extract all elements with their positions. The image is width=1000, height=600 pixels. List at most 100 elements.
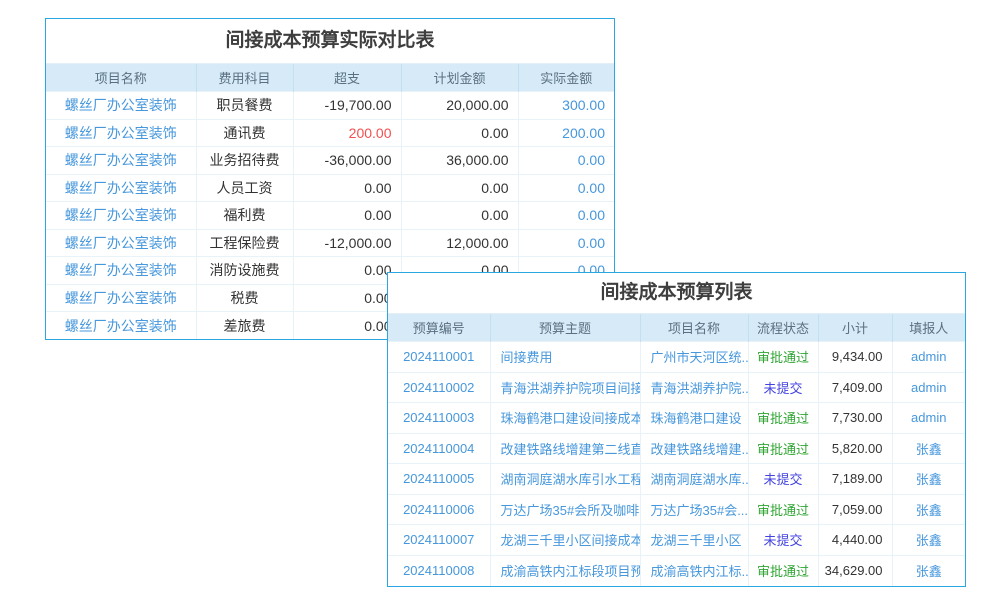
project-name-link[interactable]: 螺丝厂办公室装饰 xyxy=(46,312,196,340)
table-row: 螺丝厂办公室装饰 福利费 0.00 0.00 0.00 xyxy=(46,202,614,230)
overspend-cell: 0.00 xyxy=(293,312,401,340)
project-name-link[interactable]: 青海洪湖养护院... xyxy=(640,372,748,403)
column-header-flow-status: 流程状态 xyxy=(748,314,818,342)
column-header-reporter: 填报人 xyxy=(892,314,965,342)
table-row: 2024110008 成渝高铁内江标段项目预... 成渝高铁内江标... 审批通… xyxy=(388,555,965,586)
budget-no-link[interactable]: 2024110001 xyxy=(388,342,490,373)
expense-subject-cell: 业务招待费 xyxy=(196,147,293,175)
overspend-cell: 0.00 xyxy=(293,257,401,285)
reporter-link[interactable]: 张鑫 xyxy=(892,555,965,586)
subtotal-cell: 4,440.00 xyxy=(818,525,892,556)
reporter-link[interactable]: admin xyxy=(892,342,965,373)
reporter-link[interactable]: admin xyxy=(892,403,965,434)
table-row: 2024110004 改建铁路线增建第二线直... 改建铁路线增建... 审批通… xyxy=(388,433,965,464)
table-row: 2024110007 龙湖三千里小区间接成本... 龙湖三千里小区 未提交 4,… xyxy=(388,525,965,556)
budget-subject-link[interactable]: 成渝高铁内江标段项目预... xyxy=(490,555,640,586)
table-row: 螺丝厂办公室装饰 职员餐费 -19,700.00 20,000.00 300.0… xyxy=(46,92,614,120)
budget-no-link[interactable]: 2024110005 xyxy=(388,464,490,495)
subtotal-cell: 9,434.00 xyxy=(818,342,892,373)
project-name-link[interactable]: 珠海鹤港口建设 xyxy=(640,403,748,434)
budget-subject-link[interactable]: 间接费用 xyxy=(490,342,640,373)
reporter-link[interactable]: 张鑫 xyxy=(892,433,965,464)
budget-no-link[interactable]: 2024110008 xyxy=(388,555,490,586)
project-name-link[interactable]: 万达广场35#会... xyxy=(640,494,748,525)
column-header-project-name: 项目名称 xyxy=(46,64,196,92)
budget-subject-link[interactable]: 青海洪湖养护院项目间接... xyxy=(490,372,640,403)
actual-amount-link[interactable]: 0.00 xyxy=(518,202,614,230)
reporter-link[interactable]: 张鑫 xyxy=(892,464,965,495)
budget-subject-link[interactable]: 改建铁路线增建第二线直... xyxy=(490,433,640,464)
flow-status-badge: 审批通过 xyxy=(748,494,818,525)
budget-no-link[interactable]: 2024110004 xyxy=(388,433,490,464)
project-name-link[interactable]: 螺丝厂办公室装饰 xyxy=(46,174,196,202)
flow-status-badge: 审批通过 xyxy=(748,433,818,464)
project-name-link[interactable]: 成渝高铁内江标... xyxy=(640,555,748,586)
overspend-cell: -12,000.00 xyxy=(293,229,401,257)
planned-amount-cell: 12,000.00 xyxy=(401,229,518,257)
reporter-link[interactable]: 张鑫 xyxy=(892,525,965,556)
overspend-cell: -19,700.00 xyxy=(293,92,401,120)
budget-subject-link[interactable]: 湖南洞庭湖水库引水工程... xyxy=(490,464,640,495)
subtotal-cell: 7,189.00 xyxy=(818,464,892,495)
expense-subject-cell: 人员工资 xyxy=(196,174,293,202)
column-header-actual-amount: 实际金额 xyxy=(518,64,614,92)
column-header-budget-no: 预算编号 xyxy=(388,314,490,342)
budget-list-panel-title: 间接成本预算列表 xyxy=(388,273,965,313)
reporter-link[interactable]: 张鑫 xyxy=(892,494,965,525)
project-name-link[interactable]: 螺丝厂办公室装饰 xyxy=(46,229,196,257)
budget-no-link[interactable]: 2024110003 xyxy=(388,403,490,434)
expense-subject-cell: 税费 xyxy=(196,284,293,312)
budget-list-panel: 间接成本预算列表 预算编号 预算主题 项目名称 流程状态 小计 填报人 2024… xyxy=(387,272,966,587)
project-name-link[interactable]: 螺丝厂办公室装饰 xyxy=(46,119,196,147)
project-name-link[interactable]: 湖南洞庭湖水库... xyxy=(640,464,748,495)
project-name-link[interactable]: 改建铁路线增建... xyxy=(640,433,748,464)
comparison-table-header: 项目名称 费用科目 超支 计划金额 实际金额 xyxy=(46,64,614,92)
column-header-planned-amount: 计划金额 xyxy=(401,64,518,92)
budget-subject-link[interactable]: 万达广场35#会所及咖啡... xyxy=(490,494,640,525)
project-name-link[interactable]: 龙湖三千里小区 xyxy=(640,525,748,556)
expense-subject-cell: 通讯费 xyxy=(196,119,293,147)
table-row: 2024110001 间接费用 广州市天河区统... 审批通过 9,434.00… xyxy=(388,342,965,373)
subtotal-cell: 7,730.00 xyxy=(818,403,892,434)
actual-amount-link[interactable]: 0.00 xyxy=(518,174,614,202)
table-row: 2024110006 万达广场35#会所及咖啡... 万达广场35#会... 审… xyxy=(388,494,965,525)
table-row: 螺丝厂办公室装饰 通讯费 200.00 0.00 200.00 xyxy=(46,119,614,147)
budget-subject-link[interactable]: 珠海鹤港口建设间接成本... xyxy=(490,403,640,434)
column-header-expense-subject: 费用科目 xyxy=(196,64,293,92)
overspend-cell: 200.00 xyxy=(293,119,401,147)
actual-amount-link[interactable]: 0.00 xyxy=(518,229,614,257)
table-row: 2024110005 湖南洞庭湖水库引水工程... 湖南洞庭湖水库... 未提交… xyxy=(388,464,965,495)
actual-amount-link[interactable]: 0.00 xyxy=(518,147,614,175)
flow-status-badge: 审批通过 xyxy=(748,342,818,373)
actual-amount-link[interactable]: 300.00 xyxy=(518,92,614,120)
planned-amount-cell: 0.00 xyxy=(401,119,518,147)
budget-no-link[interactable]: 2024110006 xyxy=(388,494,490,525)
table-row: 螺丝厂办公室装饰 工程保险费 -12,000.00 12,000.00 0.00 xyxy=(46,229,614,257)
planned-amount-cell: 0.00 xyxy=(401,174,518,202)
expense-subject-cell: 福利费 xyxy=(196,202,293,230)
budget-no-link[interactable]: 2024110007 xyxy=(388,525,490,556)
flow-status-badge: 未提交 xyxy=(748,372,818,403)
subtotal-cell: 5,820.00 xyxy=(818,433,892,464)
overspend-cell: 0.00 xyxy=(293,202,401,230)
budget-subject-link[interactable]: 龙湖三千里小区间接成本... xyxy=(490,525,640,556)
budget-list-table-header: 预算编号 预算主题 项目名称 流程状态 小计 填报人 xyxy=(388,314,965,342)
reporter-link[interactable]: admin xyxy=(892,372,965,403)
expense-subject-cell: 差旅费 xyxy=(196,312,293,340)
overspend-cell: -36,000.00 xyxy=(293,147,401,175)
table-row: 2024110003 珠海鹤港口建设间接成本... 珠海鹤港口建设 审批通过 7… xyxy=(388,403,965,434)
expense-subject-cell: 工程保险费 xyxy=(196,229,293,257)
budget-no-link[interactable]: 2024110002 xyxy=(388,372,490,403)
planned-amount-cell: 0.00 xyxy=(401,202,518,230)
column-header-overspend: 超支 xyxy=(293,64,401,92)
project-name-link[interactable]: 螺丝厂办公室装饰 xyxy=(46,284,196,312)
table-row: 螺丝厂办公室装饰 业务招待费 -36,000.00 36,000.00 0.00 xyxy=(46,147,614,175)
project-name-link[interactable]: 螺丝厂办公室装饰 xyxy=(46,92,196,120)
project-name-link[interactable]: 广州市天河区统... xyxy=(640,342,748,373)
project-name-link[interactable]: 螺丝厂办公室装饰 xyxy=(46,257,196,285)
subtotal-cell: 7,409.00 xyxy=(818,372,892,403)
actual-amount-link[interactable]: 200.00 xyxy=(518,119,614,147)
table-row: 2024110002 青海洪湖养护院项目间接... 青海洪湖养护院... 未提交… xyxy=(388,372,965,403)
project-name-link[interactable]: 螺丝厂办公室装饰 xyxy=(46,147,196,175)
project-name-link[interactable]: 螺丝厂办公室装饰 xyxy=(46,202,196,230)
